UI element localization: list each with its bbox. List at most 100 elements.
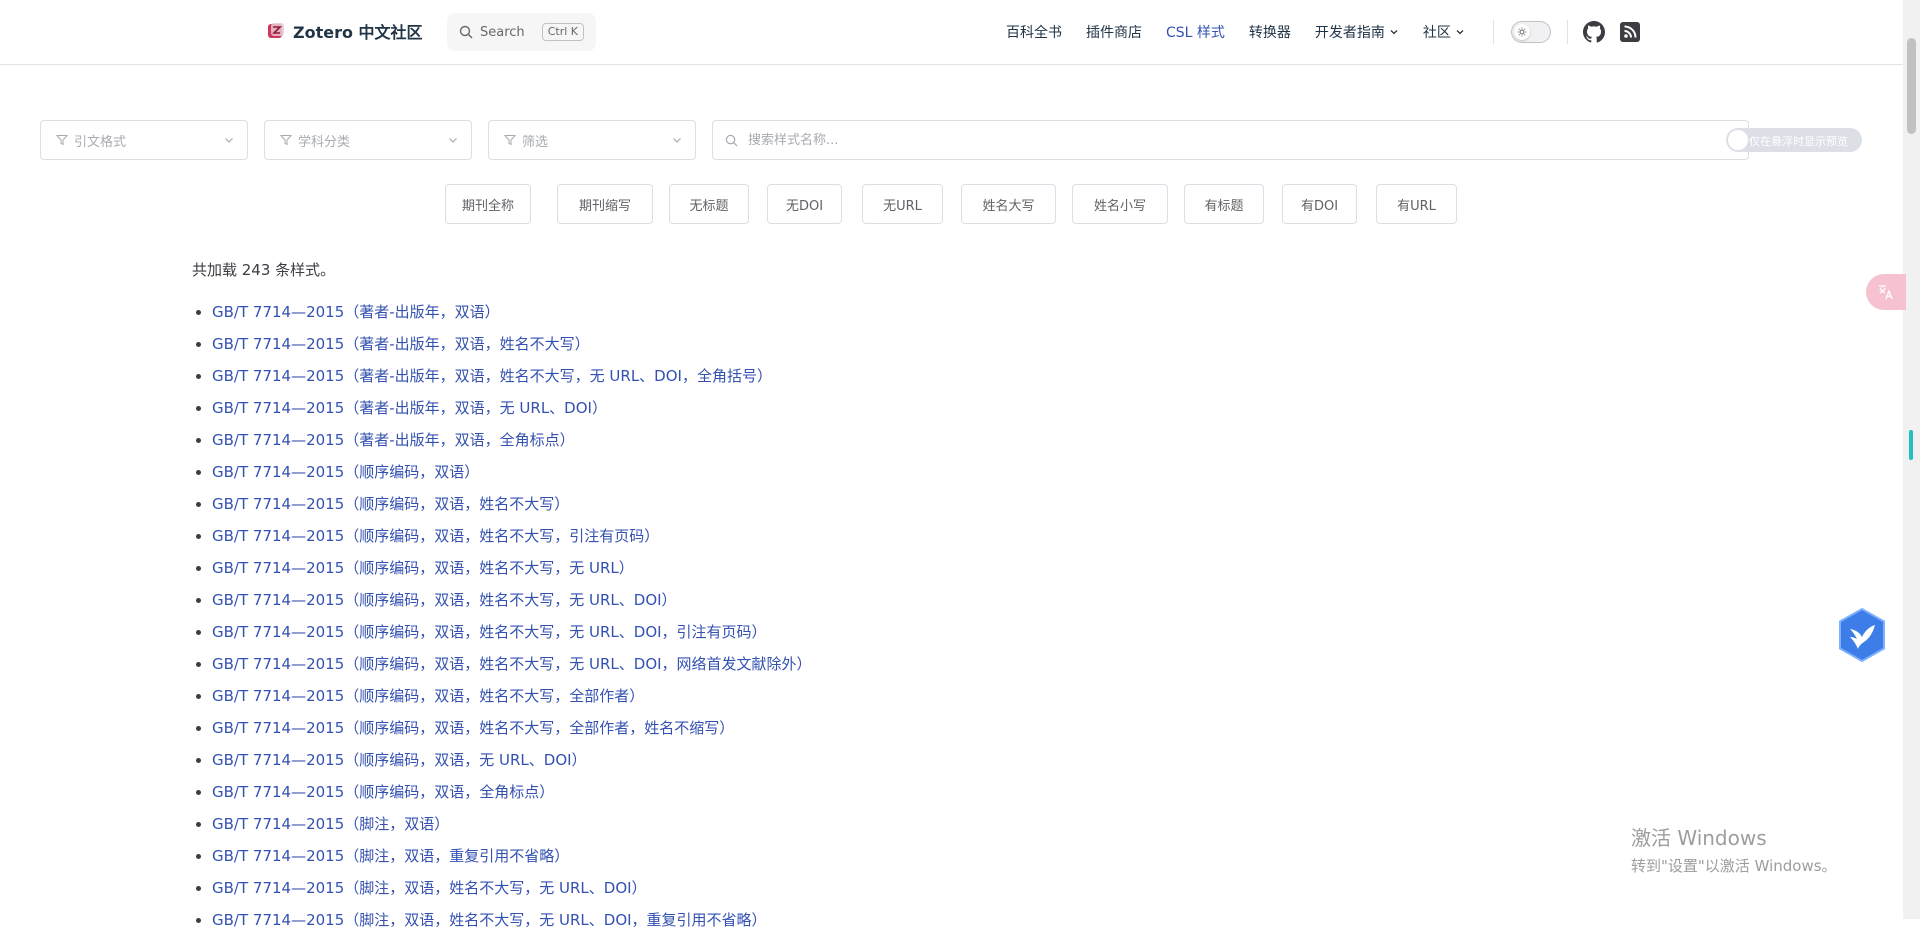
nav-link[interactable]: 百科全书	[1006, 22, 1062, 42]
citation-format-select[interactable]: 引文格式	[40, 120, 248, 160]
filter-placeholder: 筛选	[522, 134, 549, 150]
style-list: GB/T 7714—2015（著者-出版年，双语） GB/T 7714—2015（…	[192, 296, 812, 936]
filter-tag[interactable]: 有URL	[1376, 184, 1457, 224]
style-link[interactable]: GB/T 7714—2015（顺序编码，双语，姓名不大写，无 URL）	[212, 559, 634, 577]
list-item: GB/T 7714—2015（脚注，双语，姓名不大写，无 URL、DOI，重复引…	[212, 904, 812, 936]
nav-divider	[1567, 20, 1568, 44]
style-link[interactable]: GB/T 7714—2015（著者-出版年，双语）	[212, 303, 500, 321]
rss-icon[interactable]	[1619, 21, 1641, 43]
list-item: GB/T 7714—2015（脚注，双语，姓名不大写，无 URL、DOI）	[212, 872, 812, 904]
chevron-down-icon	[225, 138, 233, 143]
preview-switch-label: 仅在悬浮时显示预览	[1749, 135, 1848, 148]
search-label: Search	[480, 24, 525, 40]
nav-link-label: 转换器	[1248, 25, 1291, 41]
citation-format-placeholder: 引文格式	[74, 134, 127, 150]
style-link[interactable]: GB/T 7714—2015（顺序编码，双语，姓名不大写，无 URL、DOI，网…	[212, 655, 812, 673]
chevron-down-icon	[673, 138, 681, 143]
brand[interactable]: Zotero 中文社区	[267, 19, 423, 43]
site-title: Zotero 中文社区	[293, 23, 423, 42]
style-link[interactable]: GB/T 7714—2015（著者-出版年，双语，姓名不大写，无 URL、DOI…	[212, 367, 772, 385]
style-link[interactable]: GB/T 7714—2015（顺序编码，双语，姓名不大写，全部作者，姓名不缩写）	[212, 719, 734, 737]
nav-link-label: 百科全书	[1006, 25, 1062, 41]
list-item: GB/T 7714—2015（顺序编码，双语）	[212, 456, 812, 488]
filter-icon	[56, 135, 68, 146]
style-link[interactable]: GB/T 7714—2015（顺序编码，双语，姓名不大写，全部作者）	[212, 687, 644, 705]
nav-divider	[1493, 20, 1494, 44]
list-item: GB/T 7714—2015（顺序编码，双语，姓名不大写，无 URL）	[212, 552, 812, 584]
style-link[interactable]: GB/T 7714—2015（著者-出版年，双语，全角标点）	[212, 431, 575, 449]
search-shortcut: Ctrl K	[541, 23, 584, 41]
filter-tag[interactable]: 有标题	[1184, 184, 1264, 224]
style-link[interactable]: GB/T 7714—2015（顺序编码，双语，无 URL、DOI）	[212, 751, 587, 769]
list-item: GB/T 7714—2015（顺序编码，双语，姓名不大写）	[212, 488, 812, 520]
nav-link[interactable]: 转换器	[1249, 22, 1291, 42]
filter-tag[interactable]: 无标题	[669, 184, 749, 224]
filter-tag[interactable]: 姓名大写	[961, 184, 1056, 224]
list-item: GB/T 7714—2015（著者-出版年，双语，全角标点）	[212, 424, 812, 456]
style-link[interactable]: GB/T 7714—2015（顺序编码，双语，全角标点）	[212, 783, 554, 801]
nav-link-label: 插件商店	[1086, 25, 1142, 41]
theme-toggle[interactable]	[1511, 21, 1551, 43]
search-icon	[725, 134, 738, 146]
style-link[interactable]: GB/T 7714—2015（顺序编码，双语，姓名不大写，引注有页码）	[212, 527, 659, 545]
list-item: GB/T 7714—2015（著者-出版年，双语）	[212, 296, 812, 328]
style-link[interactable]: GB/T 7714—2015（脚注，双语，重复引用不省略）	[212, 847, 569, 865]
github-icon[interactable]	[1583, 21, 1605, 43]
style-link[interactable]: GB/T 7714—2015（顺序编码，双语，姓名不大写，无 URL、DOI）	[212, 591, 677, 609]
assistant-bird-icon[interactable]	[1836, 607, 1888, 663]
nav-link[interactable]: CSL 样式	[1166, 22, 1225, 42]
nav-link[interactable]: 社区	[1423, 22, 1465, 42]
filter-select[interactable]: 筛选	[488, 120, 696, 160]
list-item: GB/T 7714—2015（顺序编码，双语，姓名不大写，无 URL、DOI）	[212, 584, 812, 616]
filter-tag[interactable]: 期刊缩写	[557, 184, 653, 224]
style-link[interactable]: GB/T 7714—2015（顺序编码，双语）	[212, 463, 479, 481]
filter-tag[interactable]: 有DOI	[1282, 184, 1357, 224]
style-link[interactable]: GB/T 7714—2015（顺序编码，双语，姓名不大写）	[212, 495, 569, 513]
nav-link[interactable]: 开发者指南	[1315, 22, 1399, 42]
filter-tag[interactable]: 无URL	[862, 184, 943, 224]
switch-track[interactable]: 仅在悬浮时显示预览	[1726, 128, 1862, 152]
filter-icon	[504, 135, 516, 146]
scrollbar-thumb[interactable]	[1907, 38, 1916, 134]
translate-button[interactable]	[1866, 274, 1906, 310]
top-navbar: Zotero 中文社区 Search Ctrl K 百科全书 插件商店 CSL 样式…	[0, 0, 1903, 65]
watermark-line-1: 激活 Windows	[1631, 826, 1767, 850]
nav-links: 百科全书 插件商店 CSL 样式 转换器 开发者指南 社区	[1006, 0, 1489, 64]
list-item: GB/T 7714—2015（著者-出版年，双语，姓名不大写，无 URL、DOI…	[212, 360, 812, 392]
nav-link-label: 社区	[1422, 25, 1451, 41]
nav-link-label: 开发者指南	[1314, 25, 1385, 41]
style-link[interactable]: GB/T 7714—2015（脚注，双语，姓名不大写，无 URL、DOI）	[212, 879, 647, 897]
list-item: GB/T 7714—2015（顺序编码，双语，无 URL、DOI）	[212, 744, 812, 776]
filter-tag[interactable]: 姓名小写	[1072, 184, 1168, 224]
filter-icon	[280, 135, 292, 146]
style-link[interactable]: GB/T 7714—2015（著者-出版年，双语，无 URL、DOI）	[212, 399, 607, 417]
chevron-down-icon	[449, 138, 457, 143]
style-count: 共加载 243 条样式。	[192, 261, 336, 279]
style-link[interactable]: GB/T 7714—2015（脚注，双语）	[212, 815, 449, 833]
watermark-line-2: 转到"设置"以激活 Windows。	[1631, 857, 1837, 875]
list-item: GB/T 7714—2015（顺序编码，双语，全角标点）	[212, 776, 812, 808]
style-link[interactable]: GB/T 7714—2015（脚注，双语，姓名不大写，无 URL、DOI，重复引…	[212, 911, 767, 929]
list-item: GB/T 7714—2015（顺序编码，双语，姓名不大写，引注有页码）	[212, 520, 812, 552]
list-item: GB/T 7714—2015（脚注，双语，重复引用不省略）	[212, 840, 812, 872]
sun-icon	[1514, 24, 1530, 40]
quick-filter-tags: 期刊全称 期刊缩写 无标题 无DOI 无URL 姓名大写 姓名小写 有标题 有DOI 有URL	[0, 184, 1903, 224]
scroll-progress-marker	[1909, 430, 1913, 460]
list-item: GB/T 7714—2015（顺序编码，双语，姓名不大写，全部作者）	[212, 680, 812, 712]
filter-tag[interactable]: 无DOI	[767, 184, 842, 224]
zotero-logo-icon	[268, 23, 284, 38]
search-button[interactable]: Search Ctrl K	[447, 13, 596, 51]
style-link[interactable]: GB/T 7714—2015（顺序编码，双语，姓名不大写，无 URL、DOI，引…	[212, 623, 767, 641]
list-item: GB/T 7714—2015（顺序编码，双语，姓名不大写，无 URL、DOI，引…	[212, 616, 812, 648]
translate-icon	[1879, 285, 1893, 300]
filter-tag[interactable]: 期刊全称	[445, 184, 531, 224]
style-search-field[interactable]	[712, 120, 1749, 160]
nav-link[interactable]: 插件商店	[1086, 22, 1142, 42]
list-item: GB/T 7714—2015（顺序编码，双语，姓名不大写，全部作者，姓名不缩写）	[212, 712, 812, 744]
preview-on-hover-switch[interactable]: 仅在悬浮时显示预览	[1726, 128, 1862, 152]
list-item: GB/T 7714—2015（顺序编码，双语，姓名不大写，无 URL、DOI，网…	[212, 648, 812, 680]
style-search-input[interactable]	[746, 131, 1736, 149]
subject-select[interactable]: 学科分类	[264, 120, 472, 160]
chevron-down-icon	[1456, 30, 1464, 35]
style-link[interactable]: GB/T 7714—2015（著者-出版年，双语，姓名不大写）	[212, 335, 590, 353]
